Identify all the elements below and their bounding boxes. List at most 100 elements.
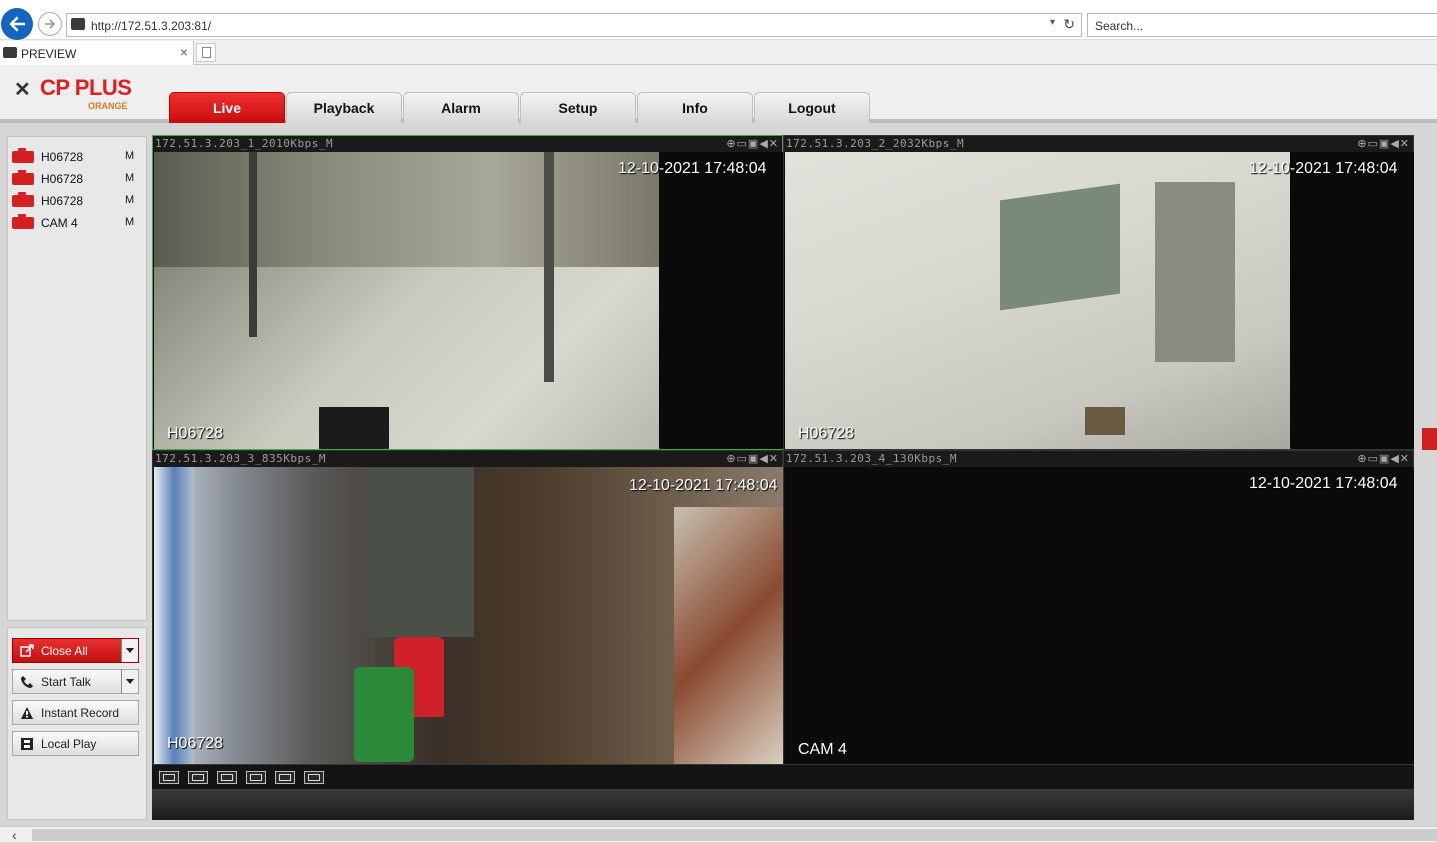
app-header: ✕ CP PLUS ORANGE Live Playback Alarm Set… [0, 65, 1437, 123]
pane-tool-icons[interactable]: ⊕▭▣◀✕ [726, 452, 779, 465]
close-icon[interactable]: × [180, 44, 188, 60]
start-talk-dropdown[interactable] [121, 670, 138, 693]
tab-live[interactable]: Live [169, 92, 285, 123]
record-icon [21, 707, 33, 719]
close-all-dropdown[interactable] [121, 639, 138, 662]
local-play-button[interactable]: Local Play [12, 731, 139, 756]
url-input[interactable]: http://172.51.3.203:81/ ▾ ↻ [66, 13, 1082, 37]
camera-feed-image [154, 467, 783, 764]
logo-mark-icon: ✕ [14, 79, 31, 101]
browser-tab-preview[interactable]: PREVIEW × [0, 41, 194, 65]
scrollbar-thumb[interactable] [32, 829, 1437, 841]
osd-timestamp: 12-10-2021 17:48:04 [629, 477, 778, 494]
pane-title-bar: 172.51.3.203_2_2032Kbps_M ⊕▭▣◀✕ [784, 136, 1413, 152]
osd-timestamp: 12-10-2021 17:48:04 [1249, 160, 1398, 177]
pane-title: 172.51.3.203_4_130Kbps_M [786, 452, 957, 465]
url-text: http://172.51.3.203:81/ [91, 19, 212, 33]
tab-title: PREVIEW [21, 47, 77, 61]
video-pane-3[interactable]: 172.51.3.203_3_835Kbps_M ⊕▭▣◀✕ 12-10-202… [152, 450, 783, 765]
arrow-right-icon [45, 19, 56, 29]
osd-camera-name: CAM 4 [798, 741, 847, 758]
instant-record-button[interactable]: Instant Record [12, 700, 139, 725]
bottom-status-bar [152, 789, 1414, 820]
tab-info[interactable]: Info [637, 92, 753, 123]
video-pane-1[interactable]: 172.51.3.203_1_2010Kbps_M ⊕▭▣◀✕ 12-10-20… [152, 135, 783, 450]
camera-icon [12, 214, 34, 229]
video-pane-4[interactable]: 172.51.3.203_4_130Kbps_M ⊕▭▣◀✕ 12-10-202… [783, 450, 1414, 765]
osd-timestamp: 12-10-2021 17:48:04 [618, 160, 767, 177]
fluency-icon[interactable] [188, 771, 208, 784]
main-stream-toggle[interactable]: M [125, 216, 134, 228]
chevron-down-icon[interactable]: ▾ [1050, 17, 1055, 28]
browser-address-bar: http://172.51.3.203:81/ ▾ ↻ Search... [0, 0, 1437, 40]
controls-panel: Close All Start Talk Instant Record Loca… [7, 627, 147, 820]
pane-title: 172.51.3.203_1_2010Kbps_M [155, 137, 334, 150]
search-input[interactable]: Search... [1087, 13, 1437, 37]
camera-item[interactable]: H06728 M [12, 169, 142, 189]
camera-list-panel: H06728 M H06728 M H06728 M CAM 4 M [7, 136, 147, 621]
forward-button[interactable] [38, 12, 62, 36]
logo-sub-text: ORANGE [88, 101, 128, 111]
osd-camera-name: H06728 [167, 735, 224, 752]
camera-name: CAM 4 [41, 216, 78, 230]
fullscreen-icon[interactable] [217, 771, 237, 784]
osd-camera-name: H06728 [798, 425, 855, 442]
pane-tool-icons[interactable]: ⊕▭▣◀✕ [1357, 452, 1410, 465]
tab-alarm[interactable]: Alarm [403, 92, 519, 123]
new-tab-icon [202, 47, 211, 58]
phone-icon [21, 676, 33, 688]
hd-quality-icon[interactable] [159, 771, 179, 784]
camera-favicon-icon [3, 47, 17, 58]
osd-camera-name: H06728 [167, 425, 224, 442]
tab-playback[interactable]: Playback [286, 92, 402, 123]
film-icon [21, 738, 33, 750]
video-pane-2[interactable]: 172.51.3.203_2_2032Kbps_M ⊕▭▣◀✕ 12-10-20… [783, 135, 1414, 450]
arrow-left-icon [9, 16, 26, 32]
camera-name: H06728 [41, 194, 84, 208]
feed-black-area [1290, 152, 1414, 449]
pane-title: 172.51.3.203_3_835Kbps_M [155, 452, 326, 465]
search-placeholder: Search... [1095, 19, 1144, 33]
tab-logout[interactable]: Logout [754, 92, 870, 123]
wide-layout-icon[interactable] [246, 771, 266, 784]
camera-item[interactable]: CAM 4 M [12, 213, 142, 233]
camera-item[interactable]: H06728 M [12, 191, 142, 211]
logo-main-text: CP PLUS [40, 75, 132, 100]
main-stream-toggle[interactable]: M [125, 150, 134, 162]
close-all-label: Close All [41, 644, 88, 658]
camera-icon [12, 148, 34, 163]
new-tab-button[interactable] [196, 43, 216, 62]
pane-title-bar: 172.51.3.203_4_130Kbps_M ⊕▭▣◀✕ [784, 451, 1413, 467]
pane-title: 172.51.3.203_2_2032Kbps_M [786, 137, 965, 150]
refresh-icon[interactable]: ↻ [1063, 16, 1075, 33]
osd-timestamp: 12-10-2021 17:48:04 [1249, 475, 1398, 492]
camera-item[interactable]: H06728 M [12, 147, 142, 167]
horizontal-scrollbar[interactable]: ‹ [0, 826, 1437, 843]
camera-icon [12, 192, 34, 207]
local-play-label: Local Play [41, 737, 97, 751]
main-stream-toggle[interactable]: M [125, 194, 134, 206]
close-all-icon [20, 644, 34, 657]
pane-title-bar: 172.51.3.203_3_835Kbps_M ⊕▭▣◀✕ [153, 451, 782, 467]
start-talk-button[interactable]: Start Talk [12, 669, 139, 694]
single-layout-icon[interactable] [275, 771, 295, 784]
scroll-left-icon[interactable]: ‹ [12, 827, 17, 843]
camera-icon [12, 170, 34, 185]
feed-black-area [659, 152, 783, 449]
close-all-button[interactable]: Close All [12, 638, 139, 663]
tab-setup[interactable]: Setup [520, 92, 636, 123]
pane-title-bar: 172.51.3.203_1_2010Kbps_M ⊕▭▣◀✕ [153, 136, 782, 152]
camera-feed-image [785, 467, 1414, 764]
main-stream-toggle[interactable]: M [125, 172, 134, 184]
pane-tool-icons[interactable]: ⊕▭▣◀✕ [1357, 137, 1410, 150]
camera-name: H06728 [41, 172, 84, 186]
pane-tool-icons[interactable]: ⊕▭▣◀✕ [726, 137, 779, 150]
camera-name: H06728 [41, 150, 84, 164]
quad-layout-icon[interactable] [304, 771, 324, 784]
back-button[interactable] [1, 8, 33, 40]
start-talk-label: Start Talk [41, 675, 91, 689]
browser-tab-bar: PREVIEW × [0, 40, 1437, 65]
ptz-panel-toggle[interactable] [1422, 428, 1437, 450]
layout-toolbar [152, 765, 1414, 789]
instant-record-label: Instant Record [41, 706, 120, 720]
